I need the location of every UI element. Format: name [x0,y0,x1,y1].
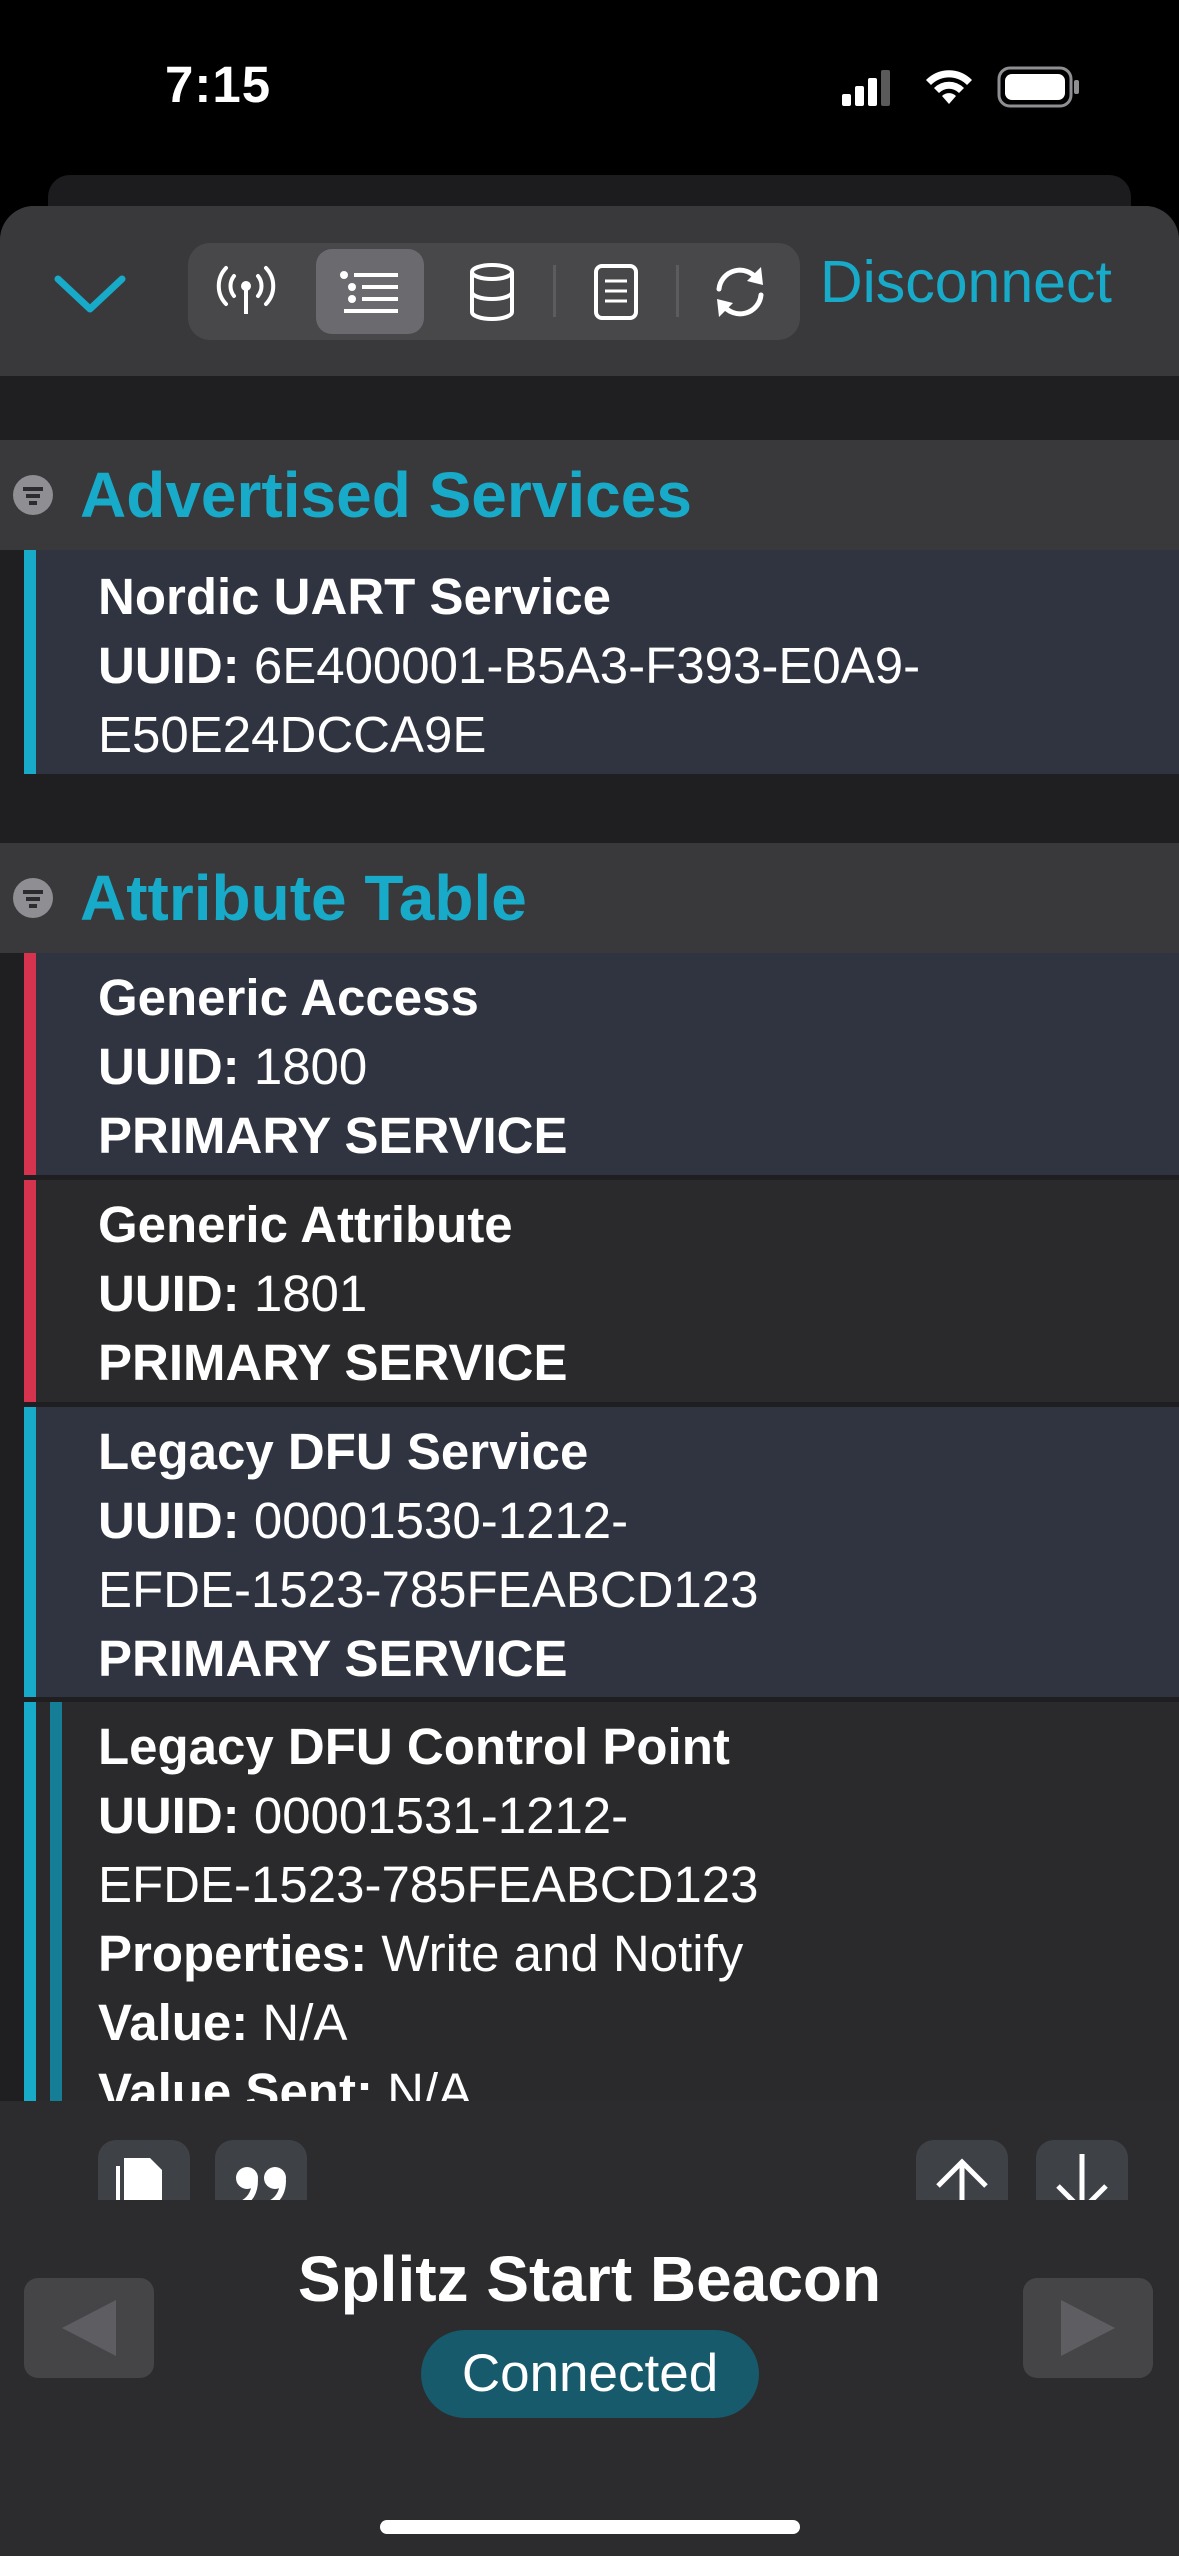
download-icon[interactable] [1036,2140,1128,2200]
characteristic-color-bar [50,1702,62,2101]
section-title: Attribute Table [80,862,527,934]
attribute-table-header[interactable]: Attribute Table [0,843,1179,953]
attribute-properties: Properties: Write and Notify [98,1925,744,1982]
device-footer: Splitz Start Beacon Connected [0,2200,1179,2556]
service-color-bar [24,1702,36,2101]
chevron-down-icon[interactable] [48,261,133,323]
refresh-icon[interactable] [686,249,794,334]
attribute-name: Legacy DFU Control Point [98,1718,730,1775]
toolbar: Disconnect [0,206,1179,376]
attribute-actions [0,2140,1179,2200]
view-segmented-control [188,243,800,340]
attribute-row-legacy-dfu-service[interactable]: Legacy DFU Service UUID: 00001530-1212- … [24,1407,1179,1697]
attribute-row-generic-attribute[interactable]: Generic Attribute UUID: 1801 PRIMARY SER… [24,1180,1179,1402]
segment-divider [553,265,556,317]
service-uuid: UUID: 6E400001-B5A3-F393-E0A9- [98,637,921,694]
section-title: Advertised Services [80,459,692,531]
device-name: Splitz Start Beacon [297,2243,882,2315]
attribute-row-generic-access[interactable]: Generic Access UUID: 1800 PRIMARY SERVIC… [24,953,1179,1175]
attribute-name: Legacy DFU Service [98,1423,589,1480]
service-details: Nordic UART Service UUID: 6E400001-B5A3-… [98,562,920,769]
advertised-services-header[interactable]: Advertised Services [0,440,1179,550]
service-color-bar [24,550,36,774]
service-uuid-cont: E50E24DCCA9E [98,706,487,763]
attribute-type: PRIMARY SERVICE [98,1334,568,1391]
service-name: Nordic UART Service [98,568,611,625]
attribute-value: Value: N/A [98,1994,348,2051]
connection-status-badge: Connected [421,2330,759,2418]
attribute-value-sent: Value Sent: N/A [98,2063,473,2101]
wifi-icon [923,64,975,108]
attribute-name: Generic Attribute [98,1196,513,1253]
attribute-details: Generic Access UUID: 1800 PRIMARY SERVIC… [98,963,568,1170]
database-icon[interactable] [438,249,546,334]
service-color-bar [24,953,36,1175]
attribute-uuid-cont: EFDE-1523-785FEABCD123 [98,1561,759,1618]
document-icon[interactable] [562,249,670,334]
home-indicator[interactable] [380,2520,800,2534]
quote-icon[interactable] [215,2140,307,2200]
advertised-service-row[interactable]: Nordic UART Service UUID: 6E400001-B5A3-… [24,550,1179,774]
content-scroll[interactable]: Advertised Services Nordic UART Service … [0,376,1179,2101]
attribute-row-legacy-dfu-control-point[interactable]: Legacy DFU Control Point UUID: 00001531-… [24,1702,1179,2101]
attribute-type: PRIMARY SERVICE [98,1630,568,1687]
service-color-bar [24,1407,36,1697]
attribute-uuid: UUID: 1801 [98,1265,368,1322]
copy-icon[interactable] [98,2140,190,2200]
segment-divider [676,265,679,317]
attribute-uuid-cont: EFDE-1523-785FEABCD123 [98,1856,759,1913]
battery-icon [997,66,1081,108]
cellular-signal-icon [842,70,892,106]
antenna-icon[interactable] [192,249,300,334]
status-time: 7:15 [165,56,272,113]
attribute-name: Generic Access [98,969,479,1026]
attribute-uuid: UUID: 1800 [98,1038,368,1095]
attribute-uuid: UUID: 00001531-1212- [98,1787,629,1844]
attribute-type: PRIMARY SERVICE [98,1107,568,1164]
filter-icon[interactable] [12,474,54,516]
upload-icon[interactable] [916,2140,1008,2200]
attribute-uuid: UUID: 00001530-1212- [98,1492,629,1549]
attribute-details: Legacy DFU Service UUID: 00001530-1212- … [98,1417,759,1693]
service-color-bar [24,1180,36,1402]
list-icon[interactable] [316,249,424,334]
attribute-details: Legacy DFU Control Point UUID: 00001531-… [98,1712,759,2101]
filter-icon[interactable] [12,877,54,919]
attribute-details: Generic Attribute UUID: 1801 PRIMARY SER… [98,1190,568,1397]
triangle-right-icon[interactable] [1023,2278,1153,2378]
disconnect-button[interactable]: Disconnect [820,248,1112,316]
